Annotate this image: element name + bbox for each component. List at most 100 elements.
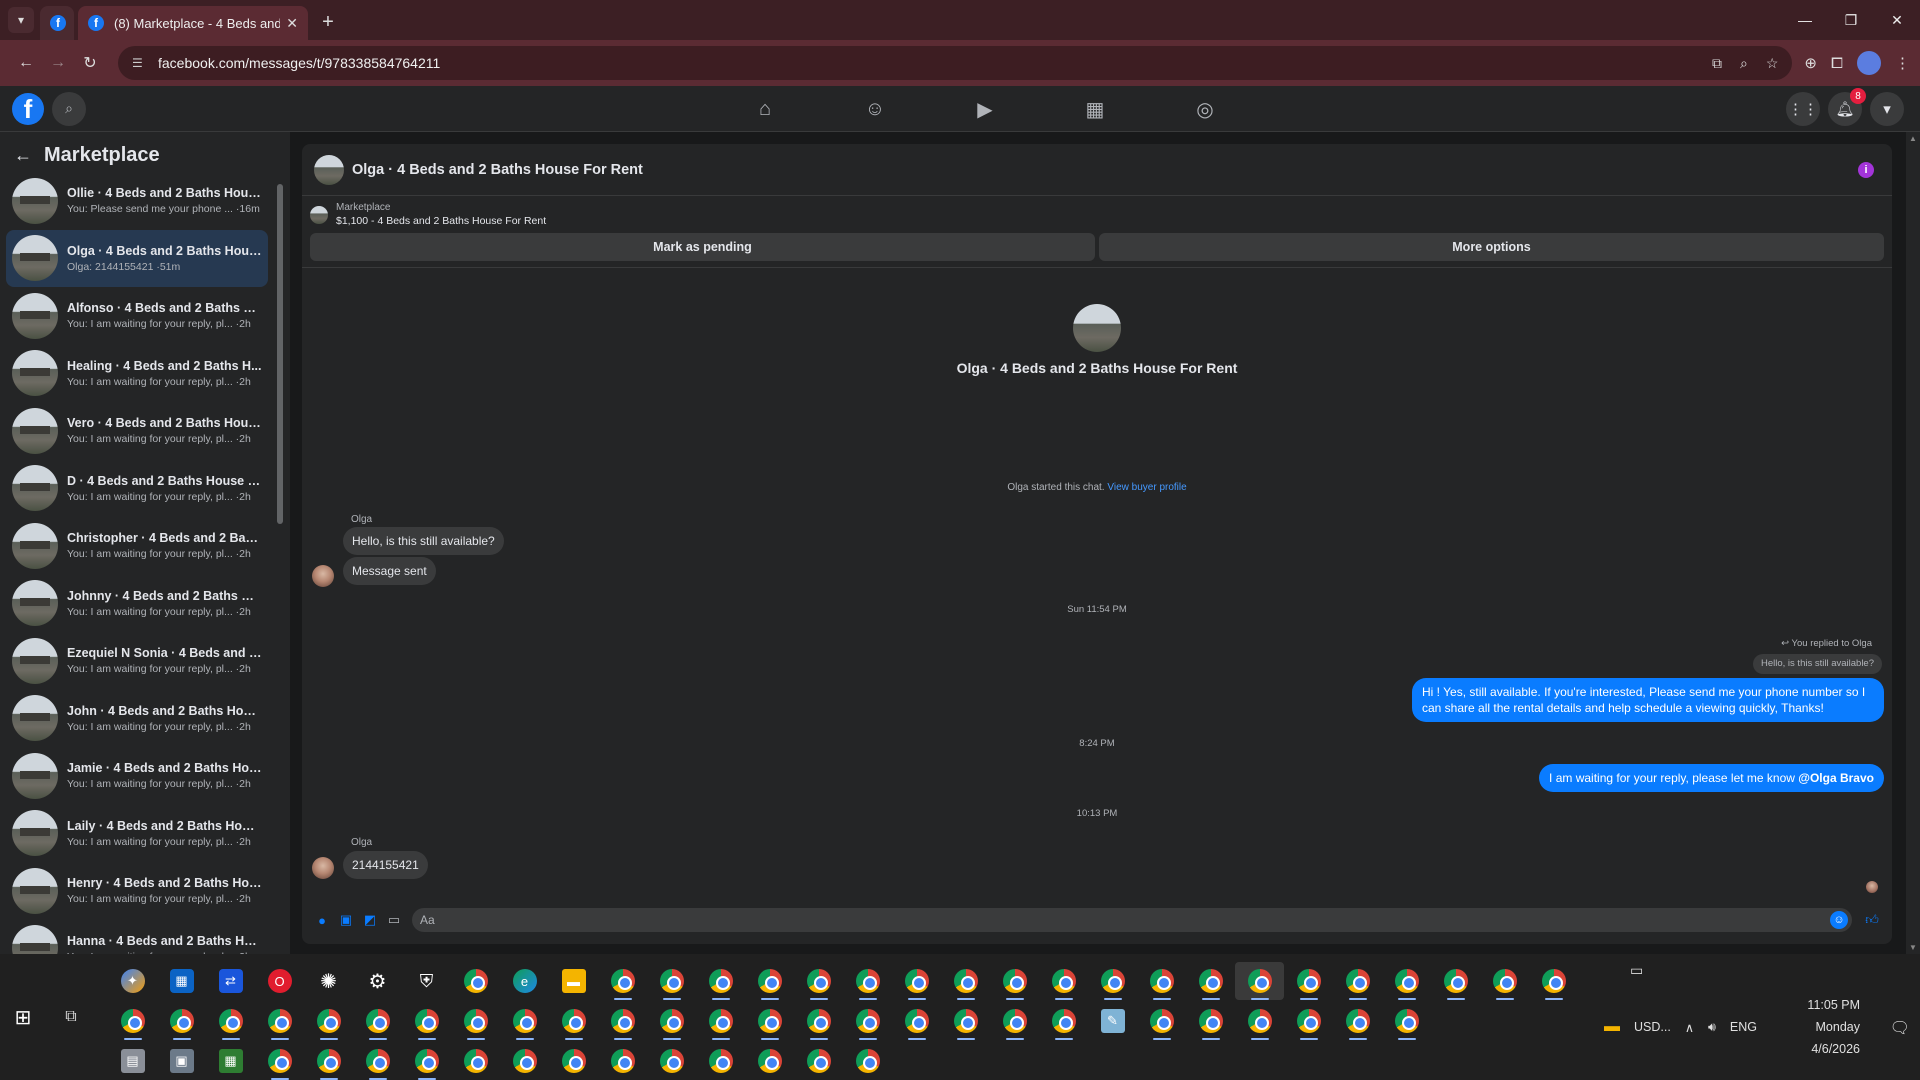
chrome-window-icon[interactable]: [1186, 962, 1235, 1000]
address-bar[interactable]: ☰ facebook.com/messages/t/97833858476421…: [118, 46, 1793, 80]
settings-icon[interactable]: ⚙: [353, 962, 402, 1000]
chrome-window-icon[interactable]: [892, 962, 941, 1000]
apps-menu-icon[interactable]: ⋮⋮: [1786, 92, 1820, 126]
groups-icon[interactable]: ◎: [1150, 86, 1260, 132]
chat-list-item-active[interactable]: Olga · 4 Beds and 2 Baths Hous... Olga: 2…: [6, 229, 268, 287]
chrome-window-icon[interactable]: [353, 1042, 402, 1080]
account-dropdown-icon[interactable]: ▾: [1870, 92, 1904, 126]
friends-icon[interactable]: ☺: [820, 86, 930, 132]
facebook-logo[interactable]: f: [12, 92, 44, 125]
translate-icon[interactable]: ⊕: [1804, 54, 1817, 72]
back-arrow-icon[interactable]: ←: [14, 145, 32, 166]
microsoft-store-icon[interactable]: ▦: [157, 962, 206, 1000]
chat-list-item[interactable]: Johnny · 4 Beds and 2 Baths Ho... You: I …: [6, 575, 268, 633]
microphone-icon[interactable]: ●: [310, 908, 334, 932]
incoming-message[interactable]: 2144155421: [343, 851, 428, 879]
chrome-window-icon[interactable]: [1480, 962, 1529, 1000]
zoom-icon[interactable]: ⌕: [1740, 55, 1748, 72]
chrome-window-icon[interactable]: [549, 1042, 598, 1080]
chrome-window-icon[interactable]: [745, 1002, 794, 1040]
chat-list-item[interactable]: Ezequiel N Sonia · 4 Beds and 2... You: I…: [6, 632, 268, 690]
chrome-window-icon[interactable]: [549, 1002, 598, 1040]
chrome-window-icon[interactable]: [696, 1042, 745, 1080]
chrome-window-icon[interactable]: [402, 1002, 451, 1040]
chrome-window-icon[interactable]: [1039, 962, 1088, 1000]
chrome-window-icon[interactable]: [206, 1002, 255, 1040]
chrome-window-icon[interactable]: [402, 1042, 451, 1080]
message-input[interactable]: Aa ☺: [412, 908, 1852, 932]
conversation-avatar[interactable]: [314, 154, 344, 185]
conversation-title[interactable]: Olga · 4 Beds and 2 Baths House For Rent: [352, 162, 643, 178]
minimize-button[interactable]: —: [1782, 0, 1828, 40]
chrome-window-icon[interactable]: [745, 1042, 794, 1080]
gif-icon[interactable]: ▭: [382, 908, 406, 932]
chrome-window-icon[interactable]: [843, 1002, 892, 1040]
scroll-up-icon[interactable]: ▲: [1909, 134, 1917, 143]
chrome-window-icon[interactable]: [647, 962, 696, 1000]
incoming-message[interactable]: Message sent: [343, 557, 436, 585]
reload-button[interactable]: ↻: [74, 47, 106, 79]
listing-summary[interactable]: Marketplace $1,100 - 4 Beds and 2 Baths …: [302, 196, 1892, 233]
chrome-window-icon[interactable]: [1088, 962, 1137, 1000]
chrome-window-icon[interactable]: [108, 1002, 157, 1040]
outgoing-message[interactable]: Hi ! Yes, still available. If you're int…: [1412, 678, 1884, 722]
volume-icon[interactable]: 🔊︎: [1708, 1020, 1716, 1035]
windows-start-icon[interactable]: ⊞: [10, 1004, 36, 1030]
spreadsheet-icon[interactable]: ▦: [206, 1042, 255, 1080]
chrome-window-icon[interactable]: [1039, 1002, 1088, 1040]
chrome-window-icon[interactable]: [1284, 1002, 1333, 1040]
chrome-window-icon[interactable]: [1235, 1002, 1284, 1040]
chrome-window-icon[interactable]: [696, 1002, 745, 1040]
view-buyer-profile-link[interactable]: View buyer profile: [1107, 482, 1186, 493]
tab-close-icon[interactable]: ✕: [286, 15, 298, 32]
chrome-window-icon[interactable]: [647, 1042, 696, 1080]
sender-avatar[interactable]: [312, 857, 334, 879]
replied-message-quote[interactable]: Hello, is this still available?: [1753, 654, 1882, 674]
chrome-window-icon[interactable]: [941, 962, 990, 1000]
new-tab-button[interactable]: +: [314, 8, 342, 36]
app-window-icon[interactable]: ▣: [157, 1042, 206, 1080]
chrome-window-icon[interactable]: [1333, 962, 1382, 1000]
chrome-window-icon[interactable]: [941, 1002, 990, 1040]
chrome-window-icon[interactable]: [451, 1002, 500, 1040]
currency-widget-text[interactable]: USD...: [1634, 1020, 1671, 1034]
sidebar-scrollbar-thumb[interactable]: [277, 184, 283, 524]
sender-avatar[interactable]: [312, 565, 334, 587]
chrome-window-icon[interactable]: [255, 1042, 304, 1080]
scroll-down-icon[interactable]: ▼: [1909, 943, 1917, 952]
chrome-window-icon[interactable]: [1186, 1002, 1235, 1040]
chat-list-item[interactable]: Ollie · 4 Beds and 2 Baths Hous... You: P…: [6, 172, 268, 230]
chrome-window-icon[interactable]: [696, 962, 745, 1000]
tab-pinned-facebook[interactable]: f: [40, 6, 74, 40]
close-window-button[interactable]: ✕: [1874, 0, 1920, 40]
chrome-window-icon[interactable]: [892, 1002, 941, 1040]
chrome-window-icon[interactable]: [500, 1002, 549, 1040]
chrome-window-icon[interactable]: [794, 1002, 843, 1040]
security-icon[interactable]: ⛨: [402, 962, 451, 1000]
forward-button[interactable]: →: [42, 47, 74, 79]
chrome-icon[interactable]: [451, 962, 500, 1000]
chrome-window-icon[interactable]: [598, 1002, 647, 1040]
notifications-bell-icon[interactable]: 🔔︎ 8: [1828, 88, 1866, 126]
video-icon[interactable]: ▶: [930, 86, 1040, 132]
chrome-window-icon[interactable]: [1137, 962, 1186, 1000]
site-info-icon[interactable]: ☰: [132, 55, 148, 71]
currency-widget-icon[interactable]: ▬: [1604, 1018, 1620, 1036]
install-app-icon[interactable]: ⧉: [1712, 55, 1722, 72]
chrome-window-icon[interactable]: [157, 1002, 206, 1040]
chrome-window-icon[interactable]: [745, 962, 794, 1000]
tab-search-button[interactable]: ▾: [8, 7, 34, 33]
browser-menu-icon[interactable]: ⋮: [1895, 54, 1910, 72]
task-view-icon[interactable]: ⧉: [58, 1004, 84, 1030]
show-desktop-icon[interactable]: ▭: [1630, 962, 1643, 979]
chrome-window-icon[interactable]: [255, 1002, 304, 1040]
chrome-window-icon[interactable]: [794, 1042, 843, 1080]
chrome-window-icon[interactable]: [1137, 1002, 1186, 1040]
chrome-window-icon[interactable]: [1382, 1002, 1431, 1040]
chrome-window-icon[interactable]: [353, 1002, 402, 1040]
incoming-message[interactable]: Hello, is this still available?: [343, 527, 504, 555]
notification-center-icon[interactable]: 🗨︎: [1890, 1018, 1910, 1038]
chrome-window-icon-active[interactable]: [1235, 962, 1284, 1000]
sticker-icon[interactable]: ◩: [358, 908, 382, 932]
chrome-window-icon[interactable]: [647, 1002, 696, 1040]
